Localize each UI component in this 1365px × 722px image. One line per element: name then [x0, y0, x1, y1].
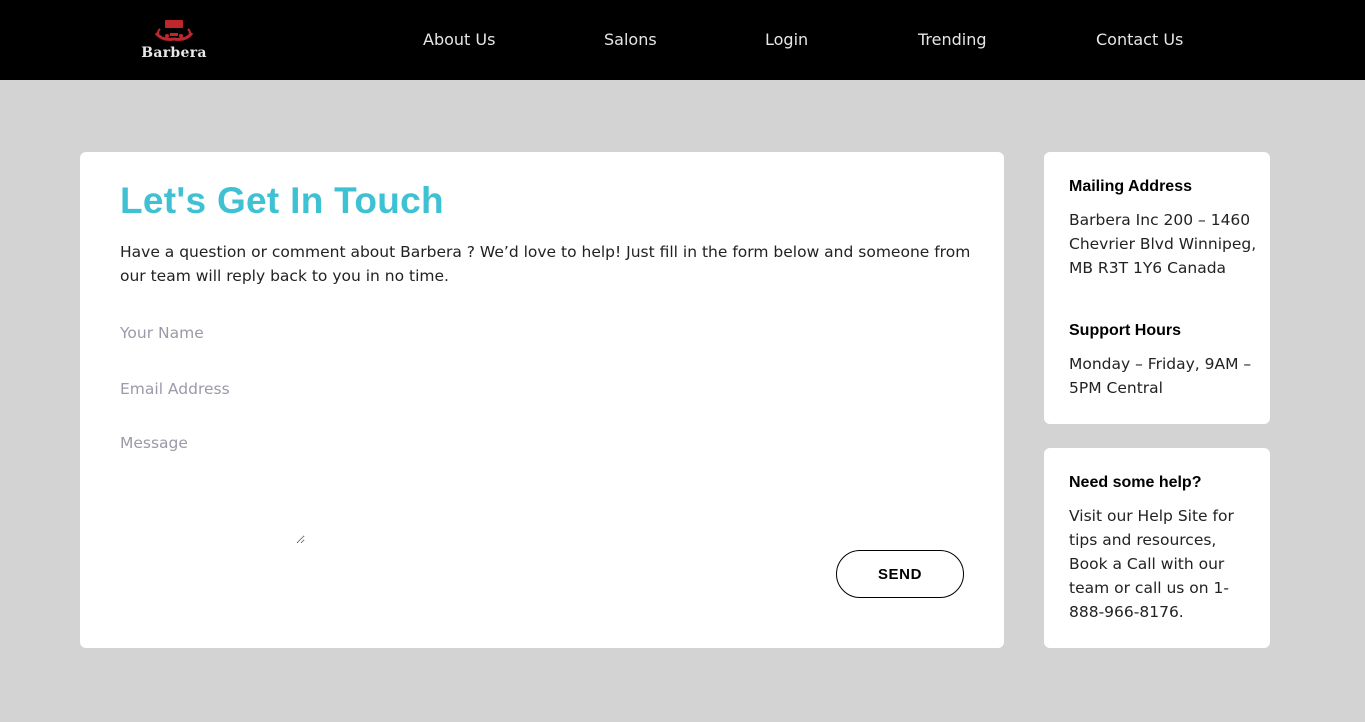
barbershop-logo-icon [154, 20, 194, 41]
mailing-address-card: Mailing Address Barbera Inc 200 – 1460 C… [1044, 152, 1270, 424]
mailing-address-text: Barbera Inc 200 – 1460 Chevrier Blvd Win… [1069, 211, 1257, 277]
contact-form-card: Let's Get In Touch Have a question or co… [80, 152, 1004, 648]
support-hours-title: Support Hours [1069, 322, 1181, 339]
support-hours-text: Monday – Friday, 9AM – 5PM Central [1069, 355, 1252, 397]
email-input[interactable] [120, 378, 520, 400]
send-button[interactable]: SEND [836, 550, 964, 598]
logo-text: Barbera [141, 45, 207, 61]
top-navbar: Barbera About Us Salons Login Trending C… [0, 0, 1365, 80]
mailing-address-title: Mailing Address [1069, 178, 1192, 195]
name-input[interactable] [120, 322, 520, 344]
message-textarea[interactable] [120, 434, 305, 544]
nav-contact-us[interactable]: Contact Us [1096, 30, 1183, 49]
barbera-logo[interactable]: Barbera [140, 14, 208, 66]
help-text: Visit our Help Site for tips and resourc… [1069, 507, 1234, 621]
page-title: Let's Get In Touch [120, 180, 444, 221]
nav-trending[interactable]: Trending [918, 30, 987, 49]
contact-intro-text: Have a question or comment about Barbera… [120, 243, 971, 285]
nav-about-us[interactable]: About Us [423, 30, 495, 49]
nav-login[interactable]: Login [765, 30, 808, 49]
help-title: Need some help? [1069, 474, 1202, 491]
help-card: Need some help? Visit our Help Site for … [1044, 448, 1270, 648]
nav-salons[interactable]: Salons [604, 30, 657, 49]
